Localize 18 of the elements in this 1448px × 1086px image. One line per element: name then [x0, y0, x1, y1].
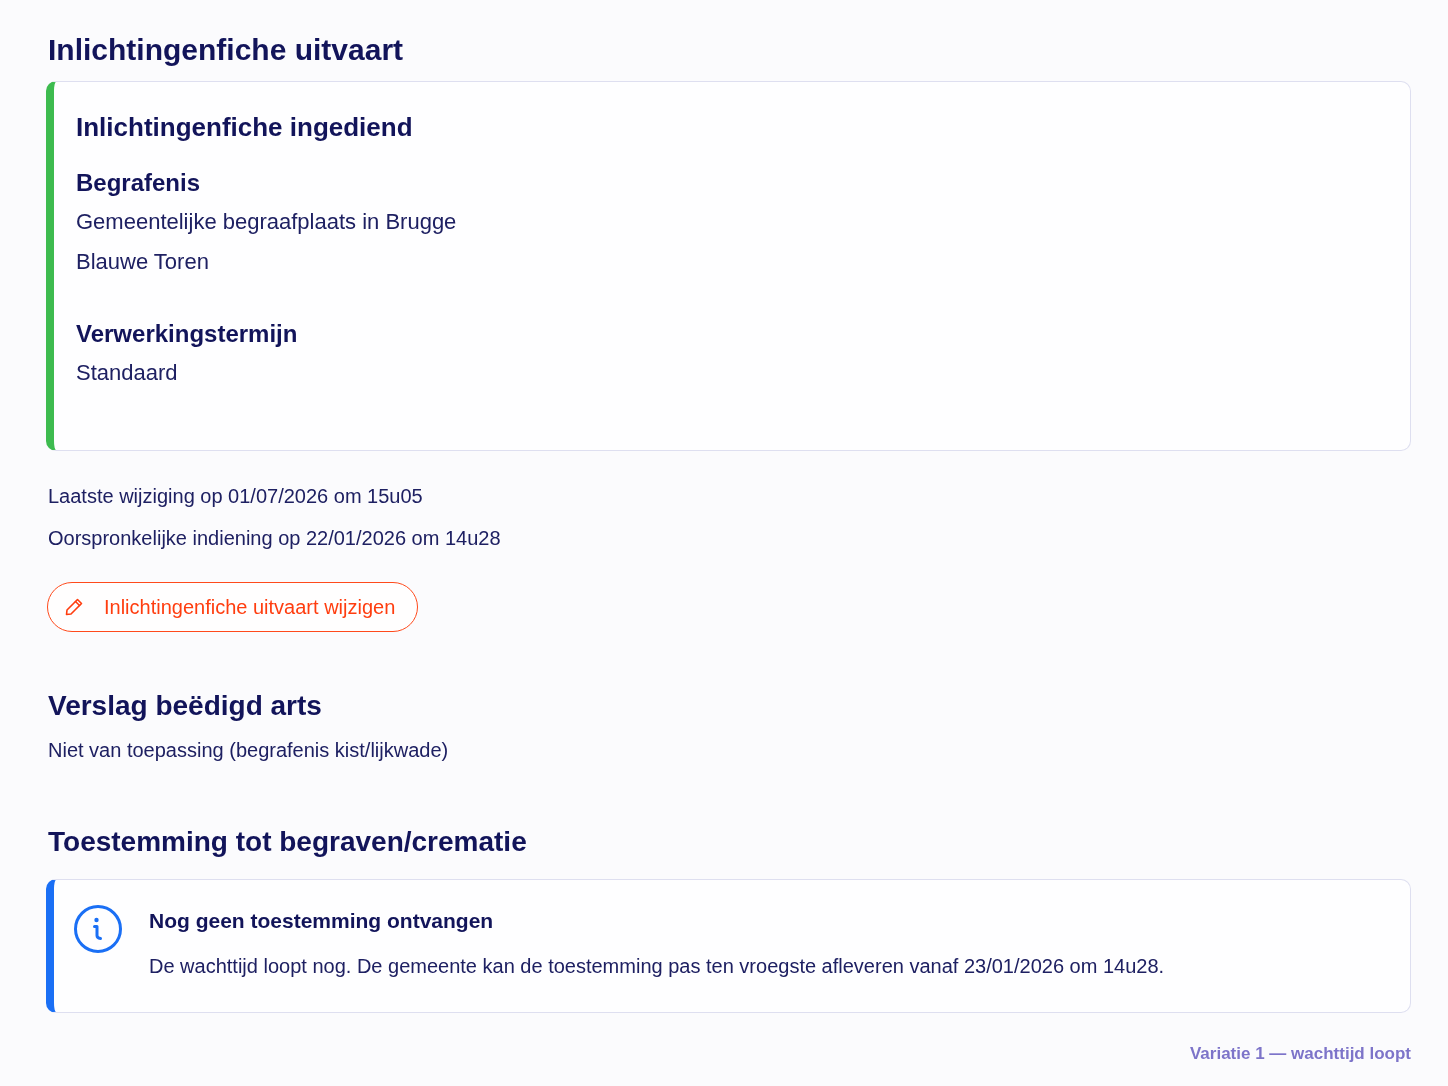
- section-heading: Toestemming tot begraven/crematie: [48, 825, 528, 859]
- section-text: Niet van toepassing (begrafenis kist/lijkwade): [48, 738, 450, 763]
- timestamp-text: Laatste wijziging op 01/07/2026 om 15u05: [48, 484, 424, 509]
- alert-title: Nog geen toestemming ontvangen: [149, 908, 495, 934]
- card-title: Inlichtingenfiche ingediend: [76, 111, 414, 143]
- timestamp-text: Oorspronkelijke indiening op 22/01/2026 om 14u28: [48, 526, 502, 551]
- pencil-icon: [64, 597, 84, 617]
- variation-note: Variatie 1 — wachttijd loopt: [1189, 1043, 1411, 1065]
- info-icon: [74, 905, 122, 953]
- edit-button[interactable]: Inlichtingenfiche uitvaart wijzigen: [47, 582, 419, 632]
- field-label: Begrafenis: [76, 168, 202, 198]
- page-title: Inlichtingenfiche uitvaart: [48, 32, 405, 68]
- field-value: Gemeentelijke begraafplaats in Brugge: [76, 208, 458, 236]
- field-value: Blauwe Toren: [76, 248, 210, 276]
- alert-text: De wachttijd loopt nog. De gemeente kan de toestemming pas ten vroegste afleveren vanaf 23/01/2026 om 14u28.: [149, 954, 1165, 979]
- section-heading: Verslag beëdigd arts: [48, 689, 323, 723]
- field-value: Standaard: [76, 359, 179, 387]
- field-label: Verwerkingstermijn: [76, 319, 299, 349]
